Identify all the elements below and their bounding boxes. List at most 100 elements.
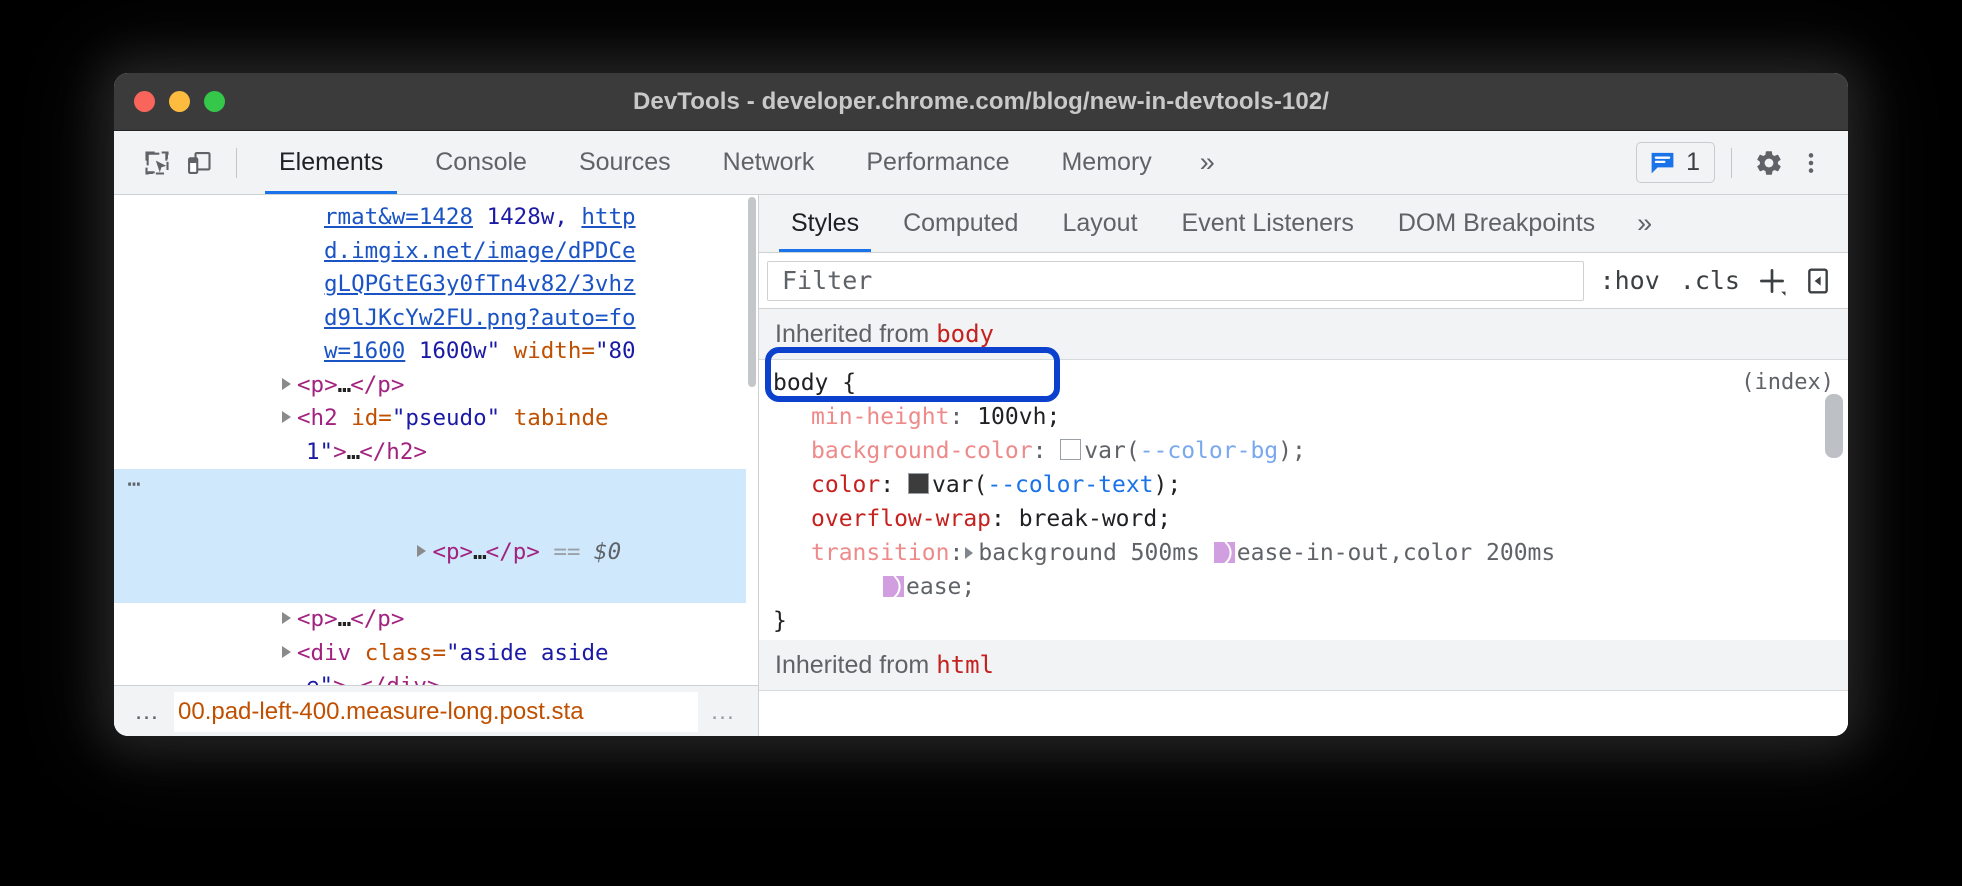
inspect-cursor-icon[interactable] <box>136 142 178 184</box>
tab-console[interactable]: Console <box>409 131 553 194</box>
more-panels-icon[interactable]: » <box>1178 147 1237 178</box>
dom-tree-pane: rmat&w=1428 1428w, http d.imgix.net/imag… <box>114 195 759 736</box>
more-sidebar-tabs-icon[interactable]: » <box>1617 208 1672 239</box>
tab-computed[interactable]: Computed <box>881 195 1040 252</box>
gear-icon[interactable] <box>1748 142 1790 184</box>
panel-tabs: Elements Console Sources Network Perform… <box>253 131 1237 194</box>
dom-line[interactable]: w=1600 1600w" width="80 <box>114 335 758 369</box>
console-messages-badge[interactable]: 1 <box>1636 142 1715 183</box>
declaration-transition-cont[interactable]: ease; <box>773 570 1848 604</box>
css-variable-link[interactable]: --color-bg <box>1140 438 1278 464</box>
inherited-selector-2[interactable]: html <box>936 651 994 679</box>
dom-line[interactable]: d.imgix.net/image/dPDCe <box>114 235 758 269</box>
color-swatch-icon[interactable] <box>1060 439 1081 460</box>
breadcrumb-selected-node[interactable]: 00.pad-left-400.measure-long.post.sta <box>174 692 698 732</box>
dock-to-left-icon[interactable] <box>1798 261 1838 301</box>
tab-styles[interactable]: Styles <box>769 195 881 252</box>
toolbar-divider-2 <box>1731 148 1732 178</box>
tab-memory[interactable]: Memory <box>1035 131 1177 194</box>
css-rules-list[interactable]: Inherited from body (index) body { min-h… <box>759 309 1848 736</box>
toolbar-divider <box>236 148 237 178</box>
styles-sidebar-tabs: Styles Computed Layout Event Listeners D… <box>759 195 1848 253</box>
minimize-button[interactable] <box>169 91 190 112</box>
tab-network[interactable]: Network <box>697 131 841 194</box>
declaration-color[interactable]: color: var(--color-text); <box>773 468 1848 502</box>
filter-input[interactable]: Filter <box>767 261 1584 301</box>
expand-triangle-icon[interactable] <box>282 612 291 624</box>
stylesheet-origin-link[interactable]: (index) <box>1741 366 1834 400</box>
expand-triangle-icon[interactable] <box>282 646 291 658</box>
declaration-min-height[interactable]: min-height: 100vh; <box>773 400 1848 434</box>
new-style-rule-button[interactable] <box>1750 259 1794 303</box>
dom-line[interactable]: gLQPGtEG3y0fTn4v82/3vhz <box>114 268 758 302</box>
easing-curve-swatch-icon[interactable] <box>1214 542 1235 563</box>
toggle-element-classes-button[interactable]: .cls <box>1670 266 1750 295</box>
declaration-transition[interactable]: transition:background 500ms ease-in-out,… <box>773 536 1848 570</box>
rule-close-brace: } <box>773 604 1848 638</box>
kebab-menu-icon[interactable] <box>1790 142 1832 184</box>
message-count: 1 <box>1686 148 1700 177</box>
toolbar-right-actions: 1 <box>1636 142 1832 184</box>
node-badge-ellipsis-icon[interactable]: ⋯ <box>120 472 150 498</box>
window-title: DevTools - developer.chrome.com/blog/new… <box>114 88 1848 116</box>
breadcrumb: … 00.pad-left-400.measure-long.post.sta … <box>114 685 758 736</box>
inherited-selector[interactable]: body <box>936 320 994 348</box>
dom-tree-scrollbar[interactable] <box>746 197 758 685</box>
panes-container: rmat&w=1428 1428w, http d.imgix.net/imag… <box>114 195 1848 736</box>
srcset-url-part[interactable]: gLQPGtEG3y0fTn4v82/3vhz <box>324 271 636 297</box>
toggle-pseudo-states-button[interactable]: :hov <box>1590 266 1670 295</box>
message-bubble-icon <box>1648 148 1677 177</box>
expand-triangle-icon[interactable] <box>282 411 291 423</box>
dom-line-div-cont[interactable]: e">…</div> <box>114 670 758 685</box>
devtools-window: DevTools - developer.chrome.com/blog/new… <box>114 73 1848 736</box>
color-swatch-icon[interactable] <box>908 473 929 494</box>
inherited-from-body-header: Inherited from body <box>759 309 1848 360</box>
srcset-url-part[interactable]: d9lJKcYw2FU.png?auto=fo <box>324 305 636 331</box>
dom-line-div[interactable]: <div class="aside aside <box>114 637 758 671</box>
dom-line-h2[interactable]: <h2 id="pseudo" tabinde <box>114 402 758 436</box>
device-toolbar-icon[interactable] <box>178 142 220 184</box>
srcset-width: 1600w <box>419 338 487 364</box>
expand-shorthand-icon[interactable] <box>965 547 973 559</box>
dom-line-selected[interactable]: ⋯ <p>…</p> == $0 <box>114 469 758 603</box>
tab-performance[interactable]: Performance <box>840 131 1035 194</box>
srcset-url-next[interactable]: http <box>581 204 635 230</box>
window-titlebar: DevTools - developer.chrome.com/blog/new… <box>114 73 1848 131</box>
breadcrumb-overflow-left[interactable]: … <box>122 697 174 726</box>
window-controls <box>134 91 225 112</box>
main-toolbar: Elements Console Sources Network Perform… <box>114 131 1848 195</box>
srcset-url-part[interactable]: rmat&w=1428 <box>324 204 473 230</box>
attr-name: width= <box>514 338 595 364</box>
inherited-prefix-2: Inherited from <box>775 651 929 679</box>
dom-line-p[interactable]: <p>…</p> <box>114 603 758 637</box>
easing-curve-swatch-icon[interactable] <box>883 576 904 597</box>
declaration-overflow-wrap[interactable]: overflow-wrap: break-word; <box>773 502 1848 536</box>
declaration-background-color[interactable]: background-color: var(--color-bg); <box>773 434 1848 468</box>
close-button[interactable] <box>134 91 155 112</box>
styles-filter-row: Filter :hov .cls <box>759 253 1848 309</box>
maximize-button[interactable] <box>204 91 225 112</box>
dom-line-p[interactable]: <p>…</p> <box>114 369 758 403</box>
expand-triangle-icon[interactable] <box>417 545 426 557</box>
dom-line-h2-cont[interactable]: 1">…</h2> <box>114 436 758 470</box>
styles-scrollbar-thumb[interactable] <box>1824 393 1844 459</box>
tab-event-listeners[interactable]: Event Listeners <box>1160 195 1376 252</box>
tab-layout[interactable]: Layout <box>1040 195 1159 252</box>
srcset-url-part[interactable]: w=1600 <box>324 338 405 364</box>
srcset-url-part[interactable]: d.imgix.net/image/dPDCe <box>324 238 636 264</box>
tab-elements[interactable]: Elements <box>253 131 409 194</box>
styles-pane: Styles Computed Layout Event Listeners D… <box>759 195 1848 736</box>
inherited-from-html-header: Inherited from html <box>759 640 1848 691</box>
breadcrumb-overflow-right[interactable]: … <box>698 697 750 726</box>
rule-selector[interactable]: body { <box>773 366 1848 400</box>
css-variable-link[interactable]: --color-text <box>987 472 1153 498</box>
dom-tree[interactable]: rmat&w=1428 1428w, http d.imgix.net/imag… <box>114 195 758 685</box>
attr-value: "80 <box>595 338 636 364</box>
expand-triangle-icon[interactable] <box>282 378 291 390</box>
dom-line[interactable]: rmat&w=1428 1428w, http <box>114 201 758 235</box>
tab-dom-breakpoints[interactable]: DOM Breakpoints <box>1376 195 1617 252</box>
css-rule-body[interactable]: (index) body { min-height: 100vh; backgr… <box>759 360 1848 640</box>
tab-sources[interactable]: Sources <box>553 131 697 194</box>
dom-line[interactable]: d9lJKcYw2FU.png?auto=fo <box>114 302 758 336</box>
screenshot-stage: DevTools - developer.chrome.com/blog/new… <box>0 0 1962 886</box>
